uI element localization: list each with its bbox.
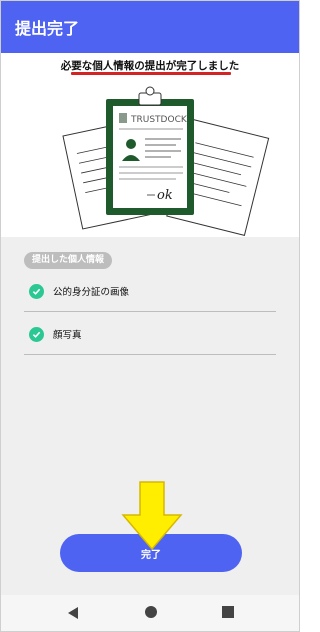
down-arrow-icon [121, 481, 183, 551]
red-underline [71, 72, 231, 75]
completion-message: 必要な個人情報の提出が完了しました [60, 60, 240, 72]
recents-icon[interactable] [222, 606, 234, 618]
info-item-label: 顔写真 [53, 330, 82, 341]
check-circle-icon [29, 283, 44, 299]
signature-text: ok [157, 188, 173, 203]
brand-text: TRUSTDOCK [130, 115, 188, 125]
info-item-label: 公的身分証の画像 [53, 287, 130, 298]
documents-illustration: TRUSTDOCK ok [62, 86, 270, 236]
check-circle-icon [29, 326, 44, 342]
page-title: 提出完了 [15, 19, 80, 38]
divider [24, 354, 276, 355]
app-bar: 提出完了 [1, 1, 299, 53]
home-icon[interactable] [144, 605, 158, 619]
system-nav-bar [1, 595, 299, 631]
back-icon[interactable] [67, 606, 79, 620]
divider [24, 311, 276, 312]
section-badge: 提出した個人情報 [24, 252, 113, 269]
info-item-face-photo: 顔写真 [24, 324, 276, 344]
app-screen: 提出完了 必要な個人情報の提出が完了しました TRUSTDOCK ok 提出した… [0, 0, 300, 632]
clipboard-icon: TRUSTDOCK ok [106, 86, 194, 215]
info-item-id-image: 公的身分証の画像 [24, 281, 276, 301]
